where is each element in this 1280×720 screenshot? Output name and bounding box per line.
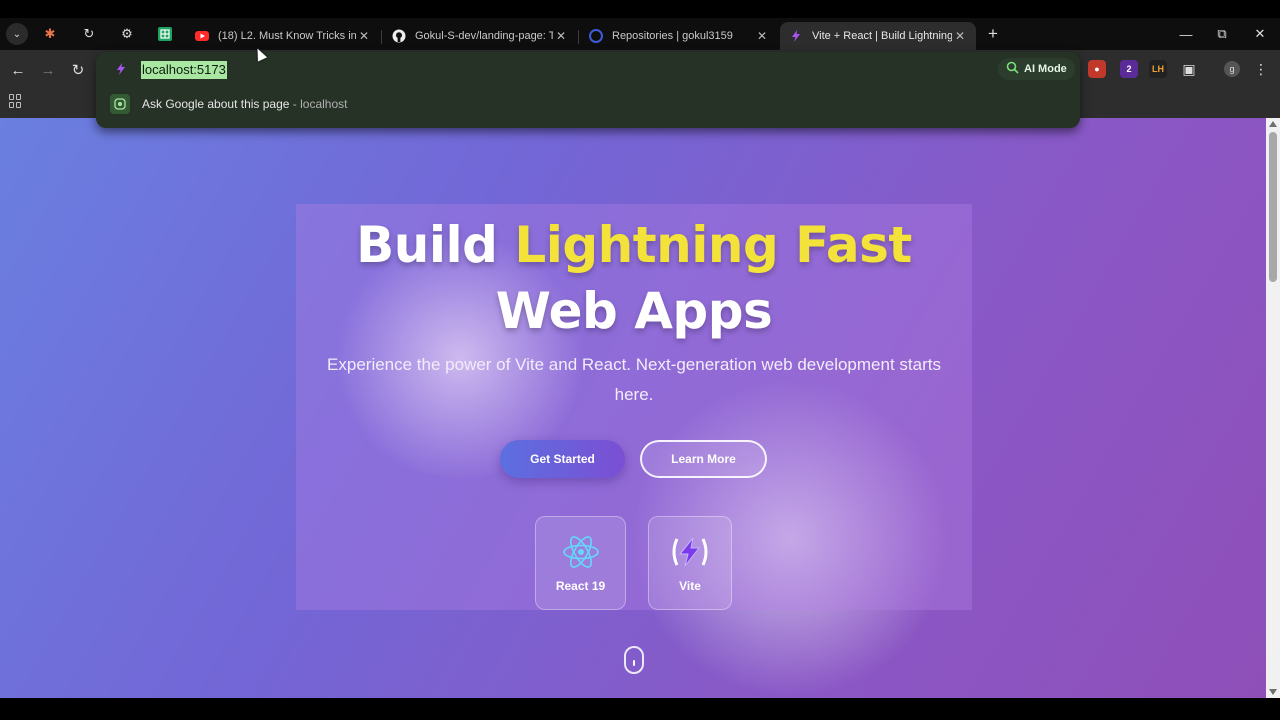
bottom-black-bar: [0, 698, 1280, 720]
reload-icon[interactable]: ↻: [66, 58, 90, 82]
top-black-bar: [0, 0, 1280, 18]
profile-initial: g: [1229, 64, 1235, 74]
scrollbar-thumb[interactable]: [1269, 132, 1277, 282]
pinned-tab-refresh-icon[interactable]: ↻: [79, 24, 99, 44]
ai-mode-label: AI Mode: [1024, 63, 1067, 75]
tab-close-icon[interactable]: ✕: [553, 29, 569, 43]
new-tab-plus-icon[interactable]: +: [984, 24, 1002, 44]
omnibox-suggestion-ask-google[interactable]: Ask Google about this page - localhost: [96, 92, 1080, 118]
back-arrow-icon[interactable]: ←: [6, 58, 30, 82]
tech-label: React 19: [555, 579, 606, 593]
tab-close-icon[interactable]: ✕: [754, 29, 770, 43]
scroll-up-arrow-icon[interactable]: [1269, 121, 1277, 127]
hero-title-part2: Web Apps: [495, 282, 773, 340]
scroll-down-indicator[interactable]: [624, 646, 644, 674]
repositories-icon: [588, 28, 604, 44]
tab-title: Repositories | gokul3159: [612, 30, 733, 42]
extension-lh-label: LH: [1152, 64, 1164, 74]
hero-title-highlight: Lightning Fast: [514, 216, 912, 274]
vite-site-icon: [114, 62, 128, 76]
ai-search-sparkle-icon: [1006, 61, 1019, 77]
profile-avatar[interactable]: g: [1224, 61, 1240, 77]
github-icon: [391, 28, 407, 44]
tab-search-chevron-icon[interactable]: ⌄: [6, 23, 28, 45]
pinned-tab-asterisk-icon[interactable]: ✱: [40, 24, 60, 44]
suggestion-label: Ask Google about this page - localhost: [142, 97, 347, 111]
google-lens-icon: [110, 94, 130, 114]
tech-label: Vite: [679, 579, 701, 593]
hero-title: Build Lightning Fast Web Apps: [296, 212, 972, 344]
pinned-tab-cog-icon[interactable]: ⚙: [117, 24, 137, 44]
tab-repositories[interactable]: Repositories | gokul3159 ✕: [580, 22, 778, 50]
tab-title: Vite + React | Build Lightning Fa: [812, 30, 952, 42]
hero-section: Build Lightning Fast Web Apps Experience…: [296, 204, 972, 610]
react-icon: [562, 533, 600, 576]
page-scrollbar[interactable]: [1266, 118, 1280, 698]
get-started-button[interactable]: Get Started: [500, 440, 625, 478]
tab-close-icon[interactable]: ✕: [356, 29, 372, 43]
tab-separator: [381, 30, 382, 44]
hero-subtitle: Experience the power of Vite and React. …: [327, 355, 941, 404]
learn-more-button[interactable]: Learn More: [640, 440, 767, 478]
omnibox-dropdown[interactable]: localhost:5173 Ask Google about this pag…: [96, 52, 1080, 128]
extension-badge: 2: [1126, 64, 1132, 74]
ai-mode-button[interactable]: AI Mode: [998, 58, 1075, 80]
apps-grid-icon[interactable]: [9, 94, 23, 108]
page-viewport: Build Lightning Fast Web Apps Experience…: [0, 118, 1266, 698]
tab-youtube[interactable]: (18) L2. Must Know Tricks in Bit ✕: [186, 22, 380, 50]
address-input[interactable]: localhost:5173: [141, 61, 227, 79]
tab-close-icon[interactable]: ✕: [952, 29, 968, 43]
minimize-icon[interactable]: —: [1176, 24, 1196, 44]
extensions-puzzle-icon[interactable]: ▣: [1180, 60, 1198, 78]
tab-github[interactable]: Gokul-S-dev/landing-page: This ✕: [383, 22, 577, 50]
youtube-icon: [194, 28, 210, 44]
vite-logo-icon: [669, 533, 711, 576]
tab-vite-react-active[interactable]: Vite + React | Build Lightning Fa ✕: [780, 22, 976, 50]
extension-red-icon[interactable]: ●: [1088, 60, 1106, 78]
tech-card-react[interactable]: React 19: [535, 516, 626, 610]
restore-icon[interactable]: ⧉: [1212, 24, 1232, 44]
tab-title: (18) L2. Must Know Tricks in Bit: [218, 30, 356, 42]
suggestion-subtext: - localhost: [292, 97, 348, 111]
tab-separator: [578, 30, 579, 44]
extension-purple-icon[interactable]: 2: [1120, 60, 1138, 78]
tab-title: Gokul-S-dev/landing-page: This: [415, 30, 553, 42]
scroll-down-arrow-icon[interactable]: [1269, 689, 1277, 695]
close-window-icon[interactable]: ✕: [1250, 24, 1270, 44]
tab-strip: ⌄ ✱ ↻ ⚙ (18) L2. Must Know Tricks in Bit…: [0, 18, 1280, 50]
browser-window: ⌄ ✱ ↻ ⚙ (18) L2. Must Know Tricks in Bit…: [0, 0, 1280, 720]
forward-arrow-icon[interactable]: →: [36, 58, 60, 82]
suggestion-text: Ask Google about this page: [142, 97, 290, 111]
tech-card-vite[interactable]: Vite: [648, 516, 732, 610]
kebab-menu-icon[interactable]: ⋮: [1254, 58, 1268, 80]
extension-lh-icon[interactable]: LH: [1149, 60, 1167, 78]
hero-title-part1: Build: [356, 216, 515, 274]
pinned-tab-sheets-icon[interactable]: [155, 24, 175, 44]
vite-icon: [788, 28, 804, 44]
